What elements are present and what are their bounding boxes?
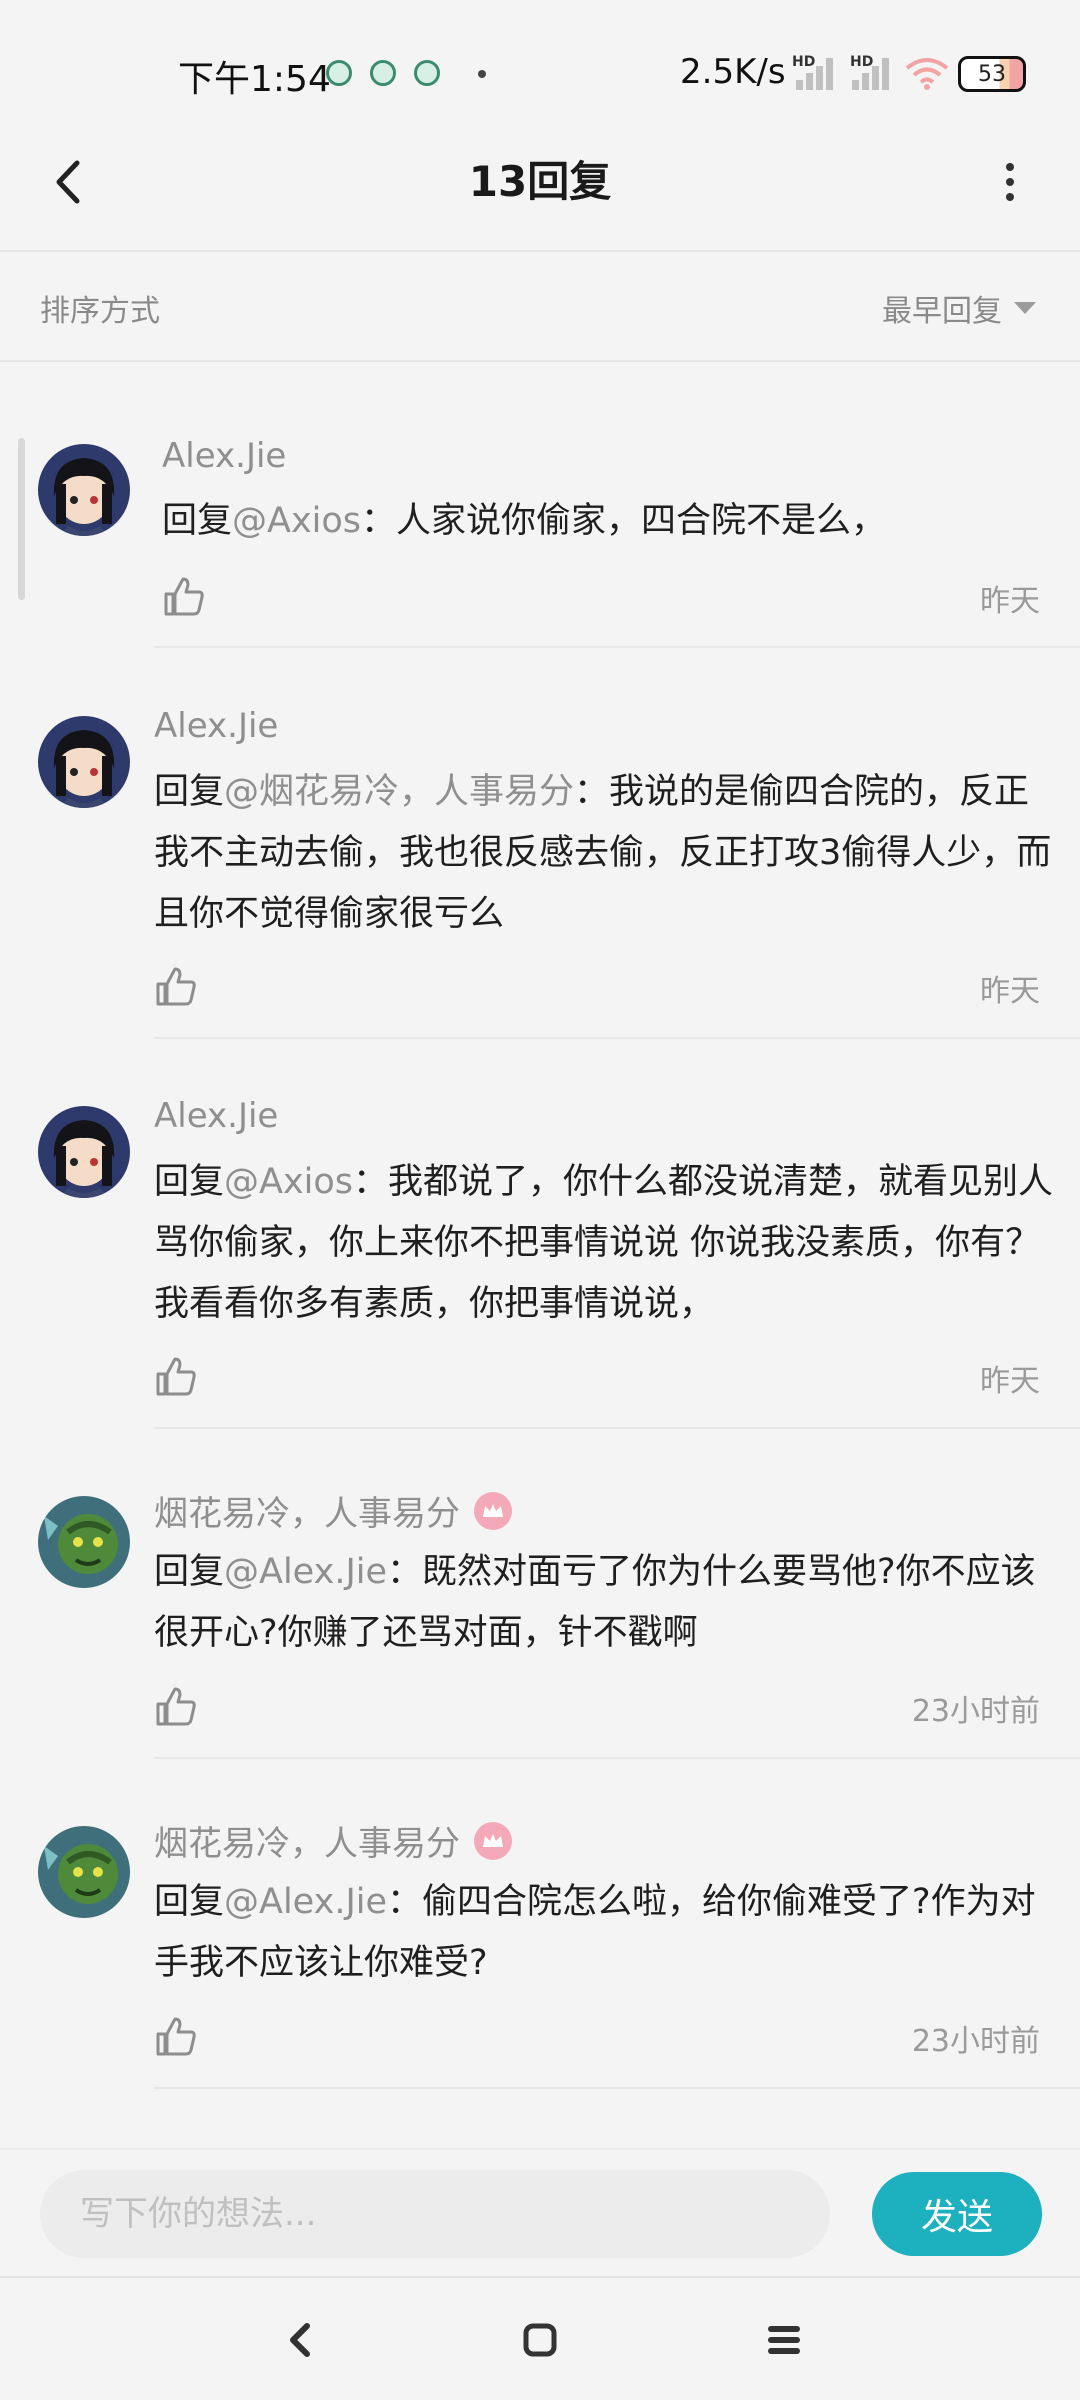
mention-link[interactable]: @Alex.Jie (224, 1552, 387, 1592)
comment-input[interactable] (40, 2170, 830, 2258)
like-thumbs-up-icon[interactable] (154, 964, 198, 1008)
reply-username[interactable]: 烟花易冷，人事易分 (154, 1816, 512, 1865)
more-notifications-dot-icon (478, 70, 486, 78)
scrollbar[interactable] (18, 438, 25, 600)
reply-text: 回复@烟花易冷，人事易分：我说的是偷四合院的，反正我不主动去偷，我也很反感去偷，… (154, 772, 1052, 934)
signal-icon (796, 56, 838, 90)
reply-time: 23小时前 (911, 1694, 1040, 1729)
monster-avatar-icon (38, 1826, 130, 1918)
nav-back-icon (290, 2323, 310, 2357)
notification-app-icon (326, 60, 352, 86)
mention-link[interactable]: @Alex.Jie (224, 1882, 387, 1922)
more-vertical-icon (1006, 163, 1014, 171)
reply-time: 23小时前 (911, 2024, 1040, 2059)
nav-menu-icon (768, 2326, 800, 2354)
anime-avatar-icon (38, 1106, 130, 1198)
sort-dropdown[interactable]: 最早回复 (882, 286, 1036, 330)
signal-icon (852, 56, 894, 90)
monster-avatar-icon (38, 1496, 130, 1588)
crown-badge-icon (474, 1821, 512, 1860)
mention-link[interactable]: @烟花易冷，人事易分 (224, 772, 574, 812)
like-thumbs-up-icon[interactable] (154, 1354, 198, 1398)
status-notification-icons (326, 60, 440, 86)
dropdown-triangle-icon (1014, 302, 1036, 314)
reply-text: 回复@Axios：我都说了，你什么都没说清楚，就看见别人骂你偷家，你上来你不把事… (154, 1162, 1054, 1324)
header: 13回复 (0, 120, 1080, 250)
reply-divider (154, 2087, 1080, 2089)
like-thumbs-up-icon[interactable] (154, 1684, 198, 1728)
nav-home-button[interactable] (510, 2310, 570, 2370)
status-time: 下午1:54 (178, 59, 331, 100)
nav-recents-button[interactable] (754, 2310, 814, 2370)
reply-divider (154, 646, 1080, 648)
nav-home-icon (523, 2323, 557, 2357)
more-options-button[interactable] (978, 150, 1042, 214)
reply-divider (154, 1757, 1080, 1759)
sort-bar: 排序方式 最早回复 (0, 252, 1080, 360)
reply-username[interactable]: Alex.Jie (154, 706, 278, 746)
sort-divider (0, 360, 1080, 362)
notification-app-icon (370, 60, 396, 86)
reply-time: 昨天 (980, 1364, 1040, 1399)
avatar[interactable] (38, 716, 130, 808)
avatar[interactable] (38, 1826, 130, 1918)
system-nav-bar (0, 2276, 1080, 2400)
avatar[interactable] (38, 444, 130, 536)
reply-text: 回复@Alex.Jie：既然对面亏了你为什么要骂他?你不应该很开心?你赚了还骂对… (154, 1552, 1036, 1653)
reply-time: 昨天 (980, 974, 1040, 1009)
like-thumbs-up-icon[interactable] (162, 574, 206, 618)
reply-time: 昨天 (980, 584, 1040, 619)
like-thumbs-up-icon[interactable] (154, 2014, 198, 2058)
avatar[interactable] (38, 1496, 130, 1588)
battery-icon: 53 (958, 56, 1026, 92)
comment-input-bar: 发送 (0, 2148, 1080, 2276)
wifi-icon (905, 58, 949, 90)
mention-link[interactable]: @Axios (232, 501, 361, 541)
crown-badge-icon (474, 1491, 512, 1530)
reply-username[interactable]: Alex.Jie (162, 436, 286, 476)
nav-back-button[interactable] (270, 2310, 330, 2370)
anime-avatar-icon (38, 444, 130, 536)
send-button[interactable]: 发送 (872, 2172, 1042, 2256)
notification-app-icon (414, 60, 440, 86)
reply-username[interactable]: 烟花易冷，人事易分 (154, 1486, 512, 1535)
reply-username[interactable]: Alex.Jie (154, 1096, 278, 1136)
network-speed: 2.5K/s (680, 52, 786, 92)
sort-label: 排序方式 (40, 294, 160, 329)
reply-text: 回复@Axios：人家说你偷家，四合院不是么， (162, 501, 887, 541)
anime-avatar-icon (38, 716, 130, 808)
page-title: 13回复 (468, 157, 612, 206)
mention-link[interactable]: @Axios (224, 1162, 353, 1202)
reply-text: 回复@Alex.Jie：偷四合院怎么啦，给你偷难受了?作为对手我不应该让你难受? (154, 1882, 1036, 1983)
reply-divider (154, 1427, 1080, 1429)
reply-divider (154, 1037, 1080, 1039)
sort-selected-value: 最早回复 (882, 294, 1002, 329)
avatar[interactable] (38, 1106, 130, 1198)
